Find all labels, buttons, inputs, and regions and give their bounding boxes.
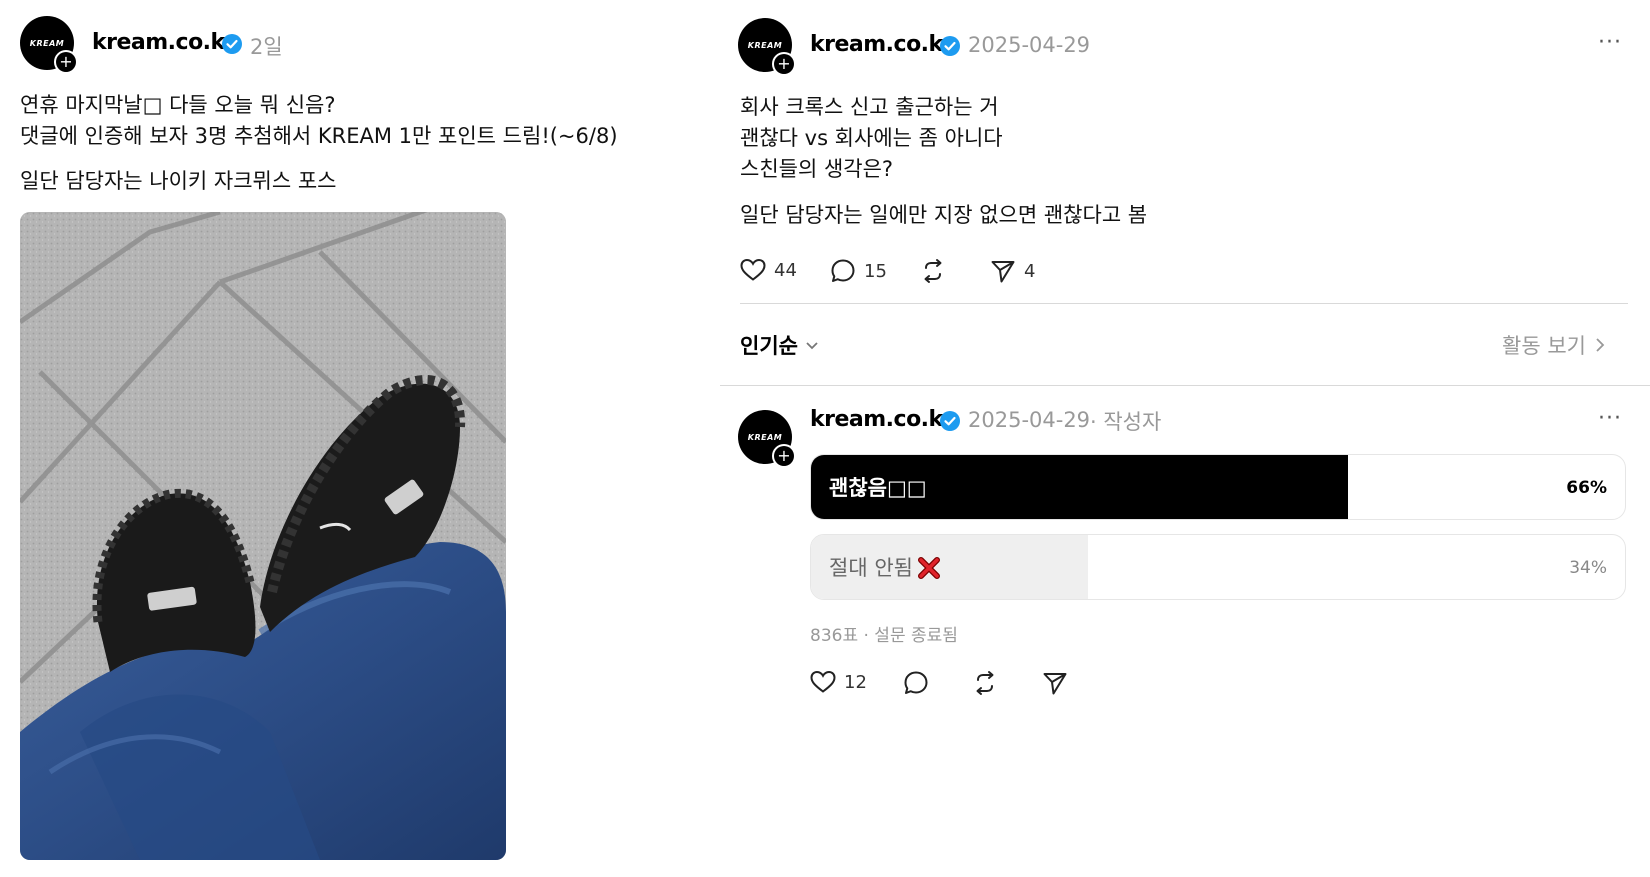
author-tag: · 작성자 <box>1090 410 1162 434</box>
post-text-line: 연휴 마지막날□ 다들 오늘 뭐 신음? <box>20 93 336 117</box>
divider <box>720 385 1650 386</box>
share-button[interactable]: 4 <box>990 258 1035 284</box>
post-time[interactable]: 2일 <box>250 31 283 61</box>
username[interactable]: kream.co.kr <box>92 30 236 55</box>
like-button[interactable]: 12 <box>810 670 867 694</box>
avatar-logo: KREAM <box>29 38 65 48</box>
repost-icon <box>976 671 994 695</box>
verified-badge-icon <box>940 36 960 56</box>
more-options-button[interactable]: ··· <box>1598 30 1622 55</box>
post-text-line: 괜찮다 vs 회사에는 좀 아니다 <box>740 126 1003 150</box>
comment-count: 15 <box>864 260 887 282</box>
post-text-line: 일단 담당자는 나이키 자크뮈스 포스 <box>20 169 337 193</box>
avatar[interactable]: KREAM + <box>20 16 78 74</box>
comment-icon <box>831 259 855 282</box>
post-date[interactable]: 2025-04-29 <box>968 33 1090 57</box>
avatar[interactable]: KREAM + <box>738 410 796 468</box>
poll-option-percent: 66% <box>1566 478 1607 498</box>
poll-option-label: 절대 안됨 <box>829 556 913 580</box>
activity-label: 활동 보기 <box>1502 334 1586 358</box>
post-text-line: 일단 담당자는 일에만 지장 없으면 괜찮다고 봄 <box>740 203 1148 227</box>
avatar[interactable]: KREAM + <box>738 18 796 76</box>
follow-plus-icon[interactable]: + <box>772 444 796 468</box>
username[interactable]: kream.co.kr <box>810 407 954 432</box>
cross-mark-icon <box>917 557 940 579</box>
poll-option-percent: 34% <box>1569 558 1607 578</box>
like-count: 44 <box>774 259 797 281</box>
heart-icon <box>740 258 766 281</box>
share-count: 4 <box>1024 260 1036 282</box>
like-count: 12 <box>844 671 867 693</box>
post-text-line: 댓글에 인증해 보자 3명 추첨해서 KREAM 1만 포인트 드림!(~6/8… <box>20 124 618 148</box>
poll-option-label-wrap: 절대 안됨 <box>829 535 941 599</box>
username[interactable]: kream.co.kr <box>810 32 954 57</box>
sort-label: 인기순 <box>740 334 798 358</box>
post-text-line: 스친들의 생각은? <box>740 157 894 181</box>
divider <box>740 303 1628 304</box>
sort-dropdown[interactable]: 인기순 <box>740 330 820 360</box>
repost-button[interactable] <box>920 258 946 284</box>
repost-icon <box>924 259 942 283</box>
send-icon <box>991 261 1015 283</box>
avatar-logo: KREAM <box>747 40 783 50</box>
poll-option: 절대 안됨 34% <box>810 534 1626 600</box>
comment-button[interactable]: 15 <box>830 258 887 284</box>
poll-option: 괜찮음□□ 66% <box>810 454 1626 520</box>
poll-summary: 836표 · 설문 종료됨 <box>810 626 958 646</box>
avatar-logo: KREAM <box>747 432 783 442</box>
comment-button[interactable] <box>903 670 929 696</box>
follow-plus-icon[interactable]: + <box>54 50 78 74</box>
comment-icon <box>904 671 928 694</box>
verified-badge-icon <box>940 411 960 431</box>
poll-option-label: 괜찮음□□ <box>829 476 927 500</box>
reply-date[interactable]: 2025-04-29 <box>968 408 1090 432</box>
heart-icon <box>810 670 836 693</box>
more-options-button[interactable]: ··· <box>1598 406 1622 431</box>
chevron-right-icon <box>1596 338 1605 352</box>
like-button[interactable]: 44 <box>740 258 797 282</box>
view-activity-link[interactable]: 활동 보기 <box>1502 330 1606 360</box>
repost-button[interactable] <box>972 670 998 696</box>
share-button[interactable] <box>1042 670 1068 696</box>
sneakers-photo-image <box>20 212 506 860</box>
send-icon <box>1043 673 1067 695</box>
post-text-line: 회사 크록스 신고 출근하는 거 <box>740 95 999 119</box>
verified-badge-icon <box>222 34 242 54</box>
follow-plus-icon[interactable]: + <box>772 52 796 76</box>
chevron-down-icon <box>806 342 818 350</box>
post-photo[interactable] <box>20 212 506 860</box>
